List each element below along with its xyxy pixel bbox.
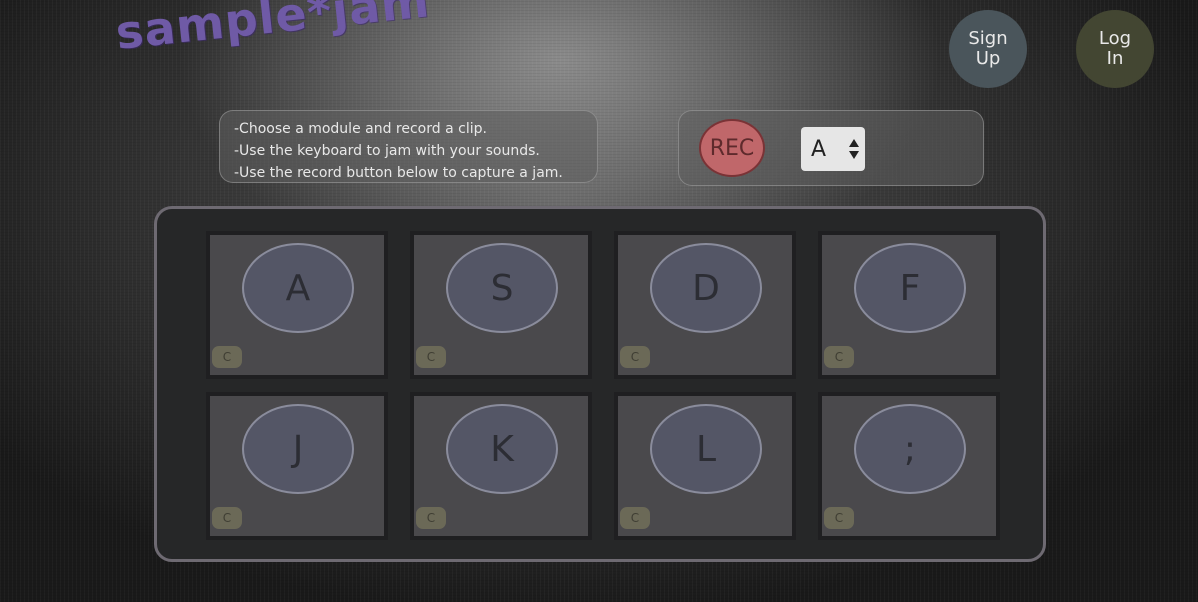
instruction-line: -Use the record button below to capture …: [234, 165, 563, 181]
pad-key[interactable]: J: [242, 404, 354, 494]
module-select-value: A: [811, 136, 827, 162]
login-button[interactable]: Log In: [1076, 10, 1154, 88]
instruction-line: -Choose a module and record a clip.: [234, 121, 487, 137]
signup-label: Sign Up: [968, 28, 1008, 69]
pad-clear-button[interactable]: C: [824, 346, 854, 368]
login-label: Log In: [1098, 28, 1132, 69]
pad-clear-button[interactable]: C: [212, 507, 242, 529]
logo: sample*jam: [113, 0, 433, 60]
pad-key[interactable]: A: [242, 243, 354, 333]
pad-key[interactable]: D: [650, 243, 762, 333]
pad[interactable]: A C: [206, 231, 388, 379]
pad[interactable]: D C: [614, 231, 796, 379]
pad[interactable]: K C: [410, 392, 592, 540]
module-select[interactable]: A: [801, 127, 865, 171]
pad-key[interactable]: ;: [854, 404, 966, 494]
pad-clear-button[interactable]: C: [824, 507, 854, 529]
signup-button[interactable]: Sign Up: [949, 10, 1027, 88]
pad[interactable]: L C: [614, 392, 796, 540]
pad-clear-button[interactable]: C: [620, 507, 650, 529]
pad-clear-button[interactable]: C: [416, 346, 446, 368]
pad[interactable]: F C: [818, 231, 1000, 379]
pad-board: A C S C D C F C J C K C L C ; C: [154, 206, 1046, 562]
pad-key[interactable]: S: [446, 243, 558, 333]
select-arrows-icon: [849, 139, 859, 159]
pad-clear-button[interactable]: C: [416, 507, 446, 529]
pad-clear-button[interactable]: C: [212, 346, 242, 368]
pad-key[interactable]: K: [446, 404, 558, 494]
record-controls-panel: REC A: [678, 110, 984, 186]
pad-key[interactable]: L: [650, 404, 762, 494]
instruction-line: -Use the keyboard to jam with your sound…: [234, 143, 540, 159]
pad-clear-button[interactable]: C: [620, 346, 650, 368]
record-button[interactable]: REC: [699, 119, 765, 177]
pad-key[interactable]: F: [854, 243, 966, 333]
instructions-panel: -Choose a module and record a clip. -Use…: [219, 110, 598, 183]
pad[interactable]: S C: [410, 231, 592, 379]
pad[interactable]: ; C: [818, 392, 1000, 540]
pad[interactable]: J C: [206, 392, 388, 540]
